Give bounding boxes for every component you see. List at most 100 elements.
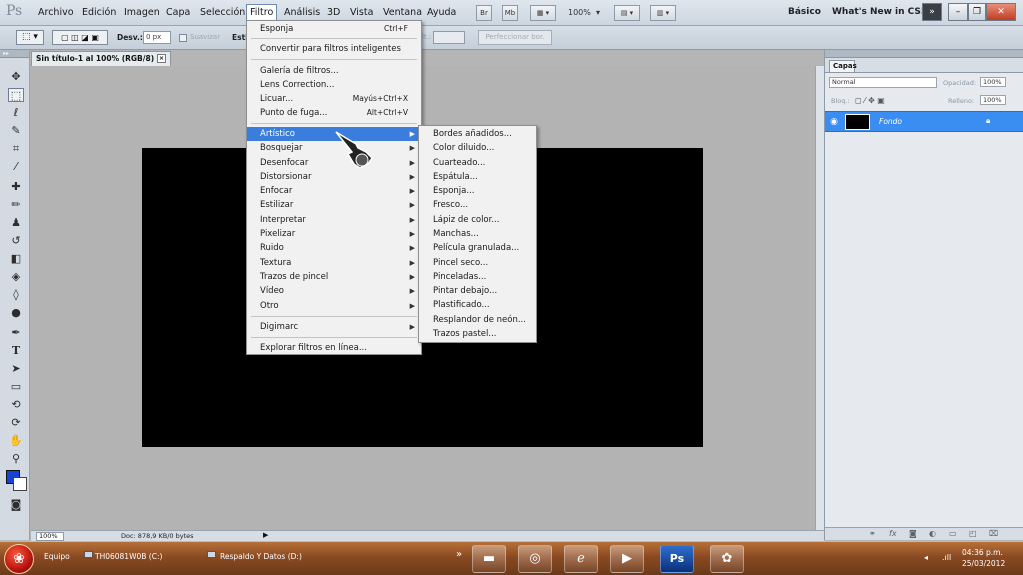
submenu-item-pelicula-granulada[interactable]: Película granulada...	[419, 241, 536, 255]
pen-tool-icon[interactable]: ✒	[8, 326, 24, 340]
menu-imagen[interactable]: Imagen	[124, 7, 160, 18]
start-button[interactable]: ❀	[4, 544, 34, 574]
menu-analisis[interactable]: Análisis	[284, 7, 320, 18]
submenu-item-resplandor-de-neon[interactable]: Resplandor de neón...	[419, 313, 536, 327]
smooth-checkbox[interactable]	[179, 34, 187, 42]
brush-tool-icon[interactable]: ✏	[8, 198, 24, 212]
screen-mode-button[interactable]: ▤ ▾	[614, 5, 640, 21]
blend-mode-select[interactable]: Normal	[829, 77, 937, 88]
menu-item-last-filter[interactable]: Esponja Ctrl+F	[247, 22, 421, 36]
selection-mode-icons[interactable]: ▢ ◫ ◪ ▣	[52, 30, 108, 45]
quick-selection-tool-icon[interactable]: ✎	[8, 124, 24, 138]
move-tool-icon[interactable]: ✥	[8, 70, 24, 84]
menu-item-enfocar[interactable]: Enfocar ▶	[247, 184, 421, 198]
layer-mask-icon[interactable]: ◙	[909, 529, 917, 538]
layers-tab[interactable]: Capas	[829, 60, 857, 72]
menu-edicion[interactable]: Edición	[82, 7, 116, 18]
menu-item-interpretar[interactable]: Interpretar ▶	[247, 213, 421, 227]
menu-item-liquify[interactable]: Licuar... Mayús+Ctrl+X	[247, 92, 421, 106]
menu-item-otro[interactable]: Otro ▶	[247, 299, 421, 313]
taskbar-chevron-icon[interactable]: »	[456, 549, 462, 560]
vertical-scrollbar[interactable]	[815, 66, 824, 530]
zoom-tool-icon[interactable]: ⚲	[8, 452, 24, 466]
tools-grip[interactable]: ▸▸	[0, 50, 29, 58]
zoom-dropdown-icon[interactable]: ▾	[596, 8, 600, 17]
dodge-tool-icon[interactable]: ●	[8, 306, 24, 320]
hand-tool-icon[interactable]: ✋	[8, 434, 24, 448]
bridge-button[interactable]: Br	[476, 5, 492, 21]
menu-vista[interactable]: Vista	[350, 7, 373, 18]
submenu-item-manchas[interactable]: Manchas...	[419, 227, 536, 241]
taskbar-drive-d[interactable]: Respaldo Y Datos (D:)	[220, 552, 302, 561]
menu-seleccion[interactable]: Selección	[200, 7, 245, 18]
submenu-item-pintar-debajo[interactable]: Pintar debajo...	[419, 284, 536, 298]
menu-item-digimarc[interactable]: Digimarc ▶	[247, 320, 421, 334]
link-layers-icon[interactable]: ⚭	[869, 529, 876, 538]
network-signal-icon[interactable]: .ıll	[942, 553, 951, 562]
paint-taskbar-icon[interactable]: ✿	[710, 545, 744, 573]
eraser-tool-icon[interactable]: ◧	[8, 252, 24, 266]
photoshop-taskbar-icon[interactable]: Ps	[660, 545, 694, 573]
submenu-item-color-diluido[interactable]: Color diluido...	[419, 141, 536, 155]
menu-item-estilizar[interactable]: Estilizar ▶	[247, 198, 421, 212]
view-extras-button[interactable]: ▦ ▾	[530, 5, 556, 21]
tray-arrow-icon[interactable]: ◂	[924, 553, 928, 562]
submenu-item-espatula[interactable]: Espátula...	[419, 170, 536, 184]
status-arrow-icon[interactable]: ▶	[263, 531, 268, 539]
taskbar-drive-c[interactable]: TH06081W0B (C:)	[95, 552, 162, 561]
submenu-item-trazos-pastel[interactable]: Trazos pastel...	[419, 327, 536, 341]
new-layer-icon[interactable]: ◰	[969, 529, 977, 538]
submenu-item-pinceladas[interactable]: Pinceladas...	[419, 270, 536, 284]
arrange-documents-button[interactable]: ▥ ▾	[650, 5, 676, 21]
submenu-item-fresco[interactable]: Fresco...	[419, 198, 536, 212]
path-selection-tool-icon[interactable]: ➤	[8, 362, 24, 376]
workspace-whats-new[interactable]: What's New in CS5	[832, 7, 927, 17]
submenu-item-plastificado[interactable]: Plastificado...	[419, 298, 536, 312]
menu-item-lens-correction[interactable]: Lens Correction...	[247, 78, 421, 92]
history-brush-tool-icon[interactable]: ↺	[8, 234, 24, 248]
marquee-preset-icon[interactable]: ⬚ ▾	[16, 30, 44, 45]
menu-item-smart-filters[interactable]: Convertir para filtros inteligentes	[247, 42, 421, 56]
lock-icons[interactable]: ◻ ⁄ ✥ ▣	[855, 96, 885, 105]
delete-layer-icon[interactable]: ⌧	[989, 529, 998, 538]
fill-input[interactable]: 100%	[980, 95, 1006, 105]
chrome-taskbar-icon[interactable]: ◎	[518, 545, 552, 573]
menu-item-video[interactable]: Vídeo ▶	[247, 284, 421, 298]
eye-icon[interactable]: ◉	[828, 116, 840, 128]
shape-tool-icon[interactable]: ▭	[8, 380, 24, 394]
opacity-input[interactable]: 100%	[980, 77, 1006, 87]
explorer-taskbar-icon[interactable]: ▬	[472, 545, 506, 573]
clone-stamp-tool-icon[interactable]: ♟	[8, 216, 24, 230]
panel-grip[interactable]	[825, 50, 1023, 58]
minibridge-button[interactable]: Mb	[502, 5, 518, 21]
status-zoom-field[interactable]: 100%	[36, 532, 64, 541]
height-input[interactable]	[433, 31, 465, 44]
3d-rotate-tool-icon[interactable]: ⟲	[8, 398, 24, 412]
layer-style-icon[interactable]: fx	[889, 529, 897, 538]
menu-item-vanishing-point[interactable]: Punto de fuga... Alt+Ctrl+V	[247, 106, 421, 120]
3d-orbit-tool-icon[interactable]: ⟳	[8, 416, 24, 430]
type-tool-icon[interactable]: T	[8, 344, 24, 358]
layer-row-fondo[interactable]: ◉ Fondo 🔒︎	[825, 111, 1023, 132]
close-document-icon[interactable]: ×	[157, 54, 166, 63]
taskbar-clock[interactable]: 04:36 p.m. 25/03/2012	[962, 547, 1005, 569]
submenu-item-cuarteado[interactable]: Cuarteado...	[419, 156, 536, 170]
submenu-item-bordes-anadidos[interactable]: Bordes añadidos...	[419, 127, 536, 141]
quick-mask-icon[interactable]: ◙	[8, 498, 24, 512]
new-group-icon[interactable]: ▭	[949, 529, 957, 538]
workspace-basico[interactable]: Básico	[788, 7, 821, 17]
healing-brush-tool-icon[interactable]: ✚	[8, 180, 24, 194]
ie-taskbar-icon[interactable]: ℯ	[564, 545, 598, 573]
menu-ayuda[interactable]: Ayuda	[427, 7, 456, 18]
menu-archivo[interactable]: Archivo	[38, 7, 74, 18]
menu-ventana[interactable]: Ventana	[383, 7, 422, 18]
menu-capa[interactable]: Capa	[166, 7, 190, 18]
document-tab[interactable]: Sin título-1 al 100% (RGB/8) * ×	[31, 51, 171, 66]
menu-item-ruido[interactable]: Ruido ▶	[247, 241, 421, 255]
menu-item-browse-filters-online[interactable]: Explorar filtros en línea...	[247, 341, 421, 355]
menu-item-pixelizar[interactable]: Pixelizar ▶	[247, 227, 421, 241]
background-color-swatch[interactable]	[13, 477, 27, 491]
restore-button[interactable]: ❐	[968, 3, 986, 21]
media-player-taskbar-icon[interactable]: ▶	[610, 545, 644, 573]
paint-bucket-tool-icon[interactable]: ◈	[8, 270, 24, 284]
